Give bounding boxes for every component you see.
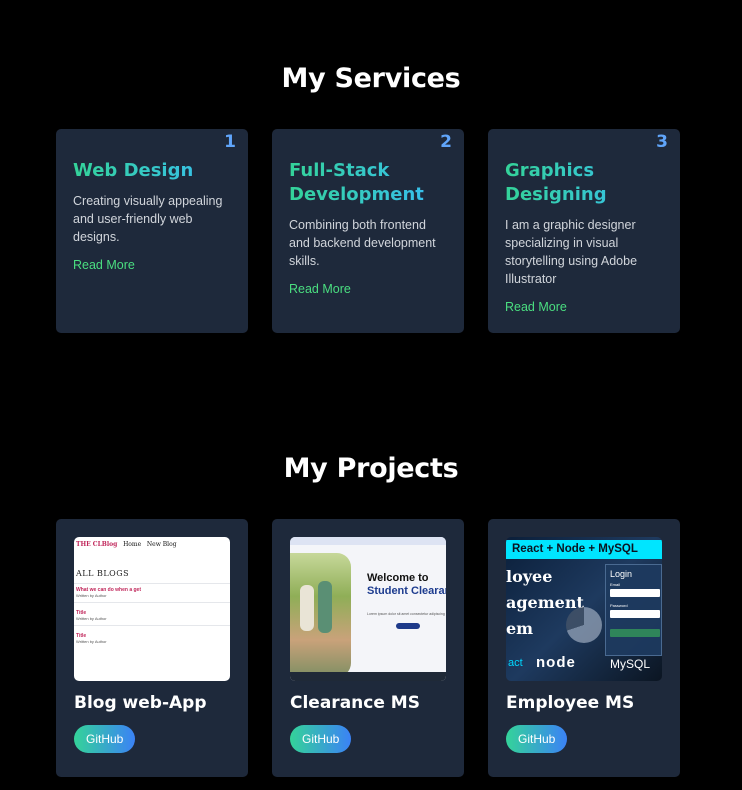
thumb-taskbar: [290, 672, 446, 681]
github-button[interactable]: GitHub: [74, 725, 136, 753]
services-title: My Services: [281, 63, 461, 94]
project-card-blog: THE CLBlog Home New Blog ALL BLOGS What …: [56, 519, 248, 777]
service-title: Full-Stack Development: [289, 159, 447, 207]
thumb-button: [396, 623, 420, 629]
project-thumbnail-employee: React + Node + MySQL loyee agement em Lo…: [506, 537, 662, 681]
github-button[interactable]: GitHub: [506, 725, 568, 753]
service-number: 3: [656, 132, 668, 152]
service-card-graphics: 3 Graphics Designing I am a graphic desi…: [488, 129, 680, 333]
service-title: Graphics Designing: [505, 159, 663, 207]
service-number: 2: [440, 132, 452, 152]
react-logo-text: act: [508, 657, 523, 669]
thumb-blog-item: What we can do when a get Written by Auth…: [76, 587, 142, 598]
thumb-heading: ALL BLOGS: [76, 569, 130, 578]
project-card-employee: React + Node + MySQL loyee agement em Lo…: [488, 519, 680, 777]
thumb-blog-item: Title Written by Author: [76, 610, 107, 621]
service-description: Creating visually appealing and user-fri…: [73, 194, 223, 244]
thumb-blog-item: Title Written by Author: [76, 633, 107, 644]
read-more-link[interactable]: Read More: [289, 282, 351, 296]
project-title: Blog web-App: [74, 693, 207, 713]
project-title: Employee MS: [506, 693, 635, 713]
service-title: Web Design: [73, 159, 231, 183]
thumb-system-text: Student Clearance System: [367, 585, 446, 597]
thumb-login-panel: Login Email Password: [605, 564, 662, 656]
mysql-logo-text: MySQL: [610, 657, 651, 671]
thumb-banner: React + Node + MySQL: [506, 540, 662, 559]
thumb-navbar: THE CLBlog Home New Blog: [76, 541, 177, 548]
projects-title: My Projects: [283, 453, 459, 484]
service-description: Combining both frontend and backend deve…: [289, 218, 436, 268]
github-button[interactable]: GitHub: [290, 725, 352, 753]
read-more-link[interactable]: Read More: [505, 300, 567, 314]
read-more-link[interactable]: Read More: [73, 258, 135, 272]
project-thumbnail-clearance: Welcome to Student Clearance System Lore…: [290, 537, 446, 681]
project-card-clearance: Welcome to Student Clearance System Lore…: [272, 519, 464, 777]
project-title: Clearance MS: [290, 693, 420, 713]
service-number: 1: [224, 132, 236, 152]
project-thumbnail-blog: THE CLBlog Home New Blog ALL BLOGS What …: [74, 537, 230, 681]
node-logo-text: node: [536, 654, 576, 671]
pie-chart-icon: [566, 607, 602, 643]
thumb-welcome-text: Welcome to: [367, 572, 429, 584]
service-card-web-design: 1 Web Design Creating visually appealing…: [56, 129, 248, 333]
service-description: I am a graphic designer specializing in …: [505, 218, 638, 286]
service-card-full-stack: 2 Full-Stack Development Combining both …: [272, 129, 464, 333]
